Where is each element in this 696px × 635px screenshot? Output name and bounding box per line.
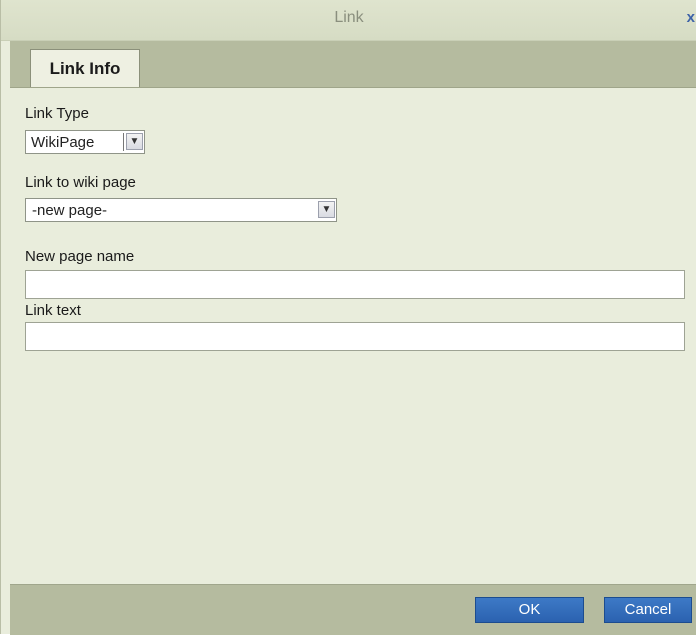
dialog-content: Link Type WikiPage ▼ Link to wiki page -… [10,88,696,584]
ok-button[interactable]: OK [475,597,584,623]
close-icon[interactable]: x [687,10,695,26]
chevron-down-icon[interactable]: ▼ [126,133,143,150]
wiki-page-value: -new page- [32,202,108,219]
link-type-label: Link Type [25,105,89,122]
tab-strip: Link Info [10,41,696,88]
chevron-down-icon[interactable]: ▼ [318,201,335,218]
link-text-input[interactable] [25,322,685,351]
dialog-footer: OK Cancel [10,584,696,635]
link-type-select[interactable]: WikiPage ▼ [25,130,145,154]
tab-link-info[interactable]: Link Info [30,49,140,87]
select-divider [123,133,124,151]
cancel-button[interactable]: Cancel [604,597,692,623]
dialog-titlebar[interactable]: Link x [1,0,696,41]
link-dialog: Link x Link Info Link Type WikiPage ▼ Li… [0,0,696,635]
new-page-name-label: New page name [25,248,135,265]
link-to-page-label: Link to wiki page [25,174,136,191]
link-type-value: WikiPage [31,134,95,151]
new-page-name-input[interactable] [25,270,685,299]
dialog-title: Link [334,9,364,26]
link-text-label: Link text [25,302,81,319]
wiki-page-select[interactable]: -new page- ▼ [25,198,337,222]
